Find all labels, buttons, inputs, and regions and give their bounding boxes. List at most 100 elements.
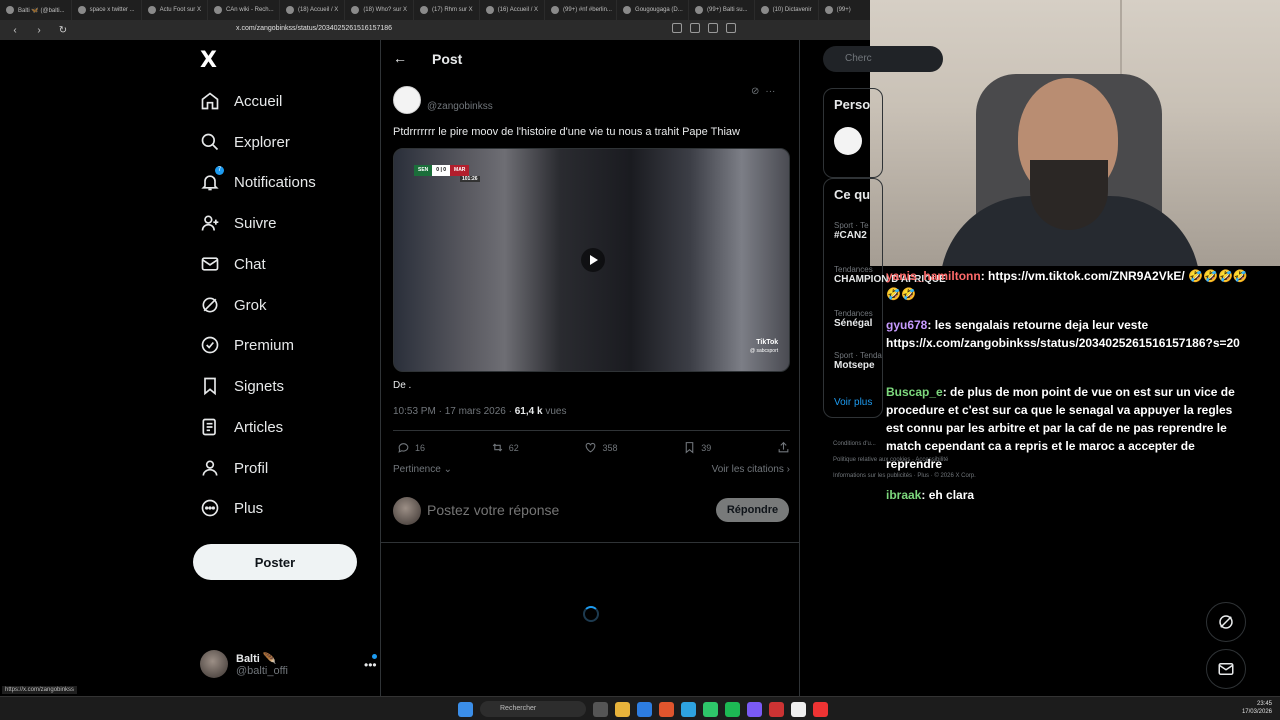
nav-item-suivre[interactable]: Suivre xyxy=(200,208,277,238)
clock-time: 23:45 xyxy=(1256,701,1272,707)
browser-tab[interactable]: (18) Accueil / X xyxy=(280,0,346,20)
poster-button[interactable]: Poster xyxy=(193,544,357,580)
nav-item-profil[interactable]: Profil xyxy=(200,453,268,483)
nav-label-notifications: Notifications xyxy=(234,173,316,191)
spotify-icon[interactable] xyxy=(725,701,740,717)
extension-icon[interactable] xyxy=(726,23,736,33)
more-options-icon[interactable]: ··· xyxy=(765,86,775,97)
like-action[interactable]: 358 xyxy=(584,441,618,454)
post-video[interactable]: SEN 0 | 0 MAR 101:26 TikTok @ sabcsport xyxy=(393,148,790,372)
windows-taskbar: Rechercher 23:45 17/03/2026 xyxy=(0,696,1280,720)
share-icon[interactable] xyxy=(708,23,718,33)
browser-tab[interactable]: (17) Rhm sur X xyxy=(414,0,480,20)
account-more-icon[interactable]: ••• xyxy=(364,658,377,672)
view-quotes-link[interactable]: Voir les citations › xyxy=(712,464,790,475)
chat-username: gyu678 xyxy=(886,318,928,332)
browser-tab[interactable]: Actu Foot sur X xyxy=(142,0,208,20)
reply-button[interactable]: Répondre xyxy=(716,498,789,522)
left-navigation: X Accueil Explorer 7 Notifications Suivr… xyxy=(190,40,380,696)
discord-icon[interactable] xyxy=(747,701,762,717)
browser-tab[interactable]: CAn wiki - Rech... xyxy=(208,0,280,20)
stream-chat-overlay: yanis_hamiltonn: https://vm.tiktok.com/Z… xyxy=(880,265,1260,615)
back-nav-icon[interactable]: ‹ xyxy=(8,25,22,36)
telegram-icon[interactable] xyxy=(681,701,696,717)
trend-item[interactable]: Sport · Tenda Motsepe xyxy=(834,351,882,371)
bookmark-action[interactable]: 39 xyxy=(683,441,711,454)
nav-item-premium[interactable]: Premium xyxy=(200,330,294,360)
nav-item-signets[interactable]: Signets xyxy=(200,371,284,401)
nav-item-notifications[interactable]: 7 Notifications xyxy=(200,166,316,197)
reply-input[interactable] xyxy=(427,502,677,518)
account-switcher[interactable]: Balti 🪶 @balti_offi ••• xyxy=(200,650,377,678)
grok-floating-button[interactable] xyxy=(1206,602,1246,642)
post-caption: De . xyxy=(393,380,412,391)
author-handle[interactable]: @zangobinkss xyxy=(427,101,493,112)
grok-icon[interactable]: ⊘ xyxy=(751,86,759,97)
share-action[interactable] xyxy=(777,441,790,454)
url-field[interactable]: x.com/zangobinkss/status/203402526151615… xyxy=(236,25,392,32)
nav-item-grok[interactable]: Grok xyxy=(200,290,267,320)
browser-tab[interactable]: (10) Dictavenir xyxy=(755,0,819,20)
chat-username: yanis_hamiltonn xyxy=(886,269,981,283)
nav-label-articles: Articles xyxy=(234,418,284,436)
search-input[interactable]: Cherc xyxy=(823,46,943,72)
sort-dropdown[interactable]: Pertinence ⌄ xyxy=(393,464,452,475)
trend-item[interactable]: Sport · Te #CAN2 xyxy=(834,221,869,241)
messages-floating-button[interactable] xyxy=(1206,649,1246,689)
notion-icon[interactable] xyxy=(791,701,806,717)
reply-action[interactable]: 16 xyxy=(397,441,425,454)
nav-label-premium: Premium xyxy=(234,336,295,354)
nav-item-explorer[interactable]: Explorer xyxy=(200,127,290,157)
store-icon[interactable] xyxy=(637,701,652,717)
zoom-icon[interactable] xyxy=(672,23,682,33)
taskbar-clock[interactable]: 23:45 17/03/2026 xyxy=(1242,700,1272,716)
repost-action[interactable]: 62 xyxy=(491,441,519,454)
browser-tab[interactable]: space x twitter ... xyxy=(72,0,142,20)
whatsapp-icon[interactable] xyxy=(703,701,718,717)
tab-label: (16) Accueil / X xyxy=(497,7,539,13)
back-arrow-icon[interactable]: ← xyxy=(393,50,407,66)
brave-icon[interactable] xyxy=(659,701,674,717)
browser-tab[interactable]: Gougougaga (D... xyxy=(617,0,690,20)
install-icon[interactable] xyxy=(690,23,700,33)
forward-nav-icon[interactable]: › xyxy=(32,25,46,36)
nav-item-accueil[interactable]: Accueil xyxy=(200,86,282,116)
browser-tab[interactable]: (16) Accueil / X xyxy=(480,0,546,20)
verified-badge-icon xyxy=(201,336,219,354)
show-more-link[interactable]: Voir plus xyxy=(834,397,872,408)
task-view-icon[interactable] xyxy=(593,701,608,717)
browser-tab[interactable]: Balti 🦋 (@balti... xyxy=(0,0,72,20)
obs-icon[interactable] xyxy=(769,701,784,717)
trend-item[interactable]: Tendances Sénégal xyxy=(834,309,873,329)
nav-label-chat: Chat xyxy=(234,255,266,273)
nav-item-plus[interactable]: Plus xyxy=(200,493,263,523)
bookmark-count: 39 xyxy=(701,442,712,453)
nav-item-chat[interactable]: Chat xyxy=(200,249,266,279)
card-title: Perso xyxy=(834,97,871,112)
browser-tab[interactable]: (99+) #nf #berlin... xyxy=(545,0,618,20)
match-clock: 101:26 xyxy=(460,176,480,182)
browser-tab[interactable]: (18) Who? sur X xyxy=(345,0,414,20)
browser-tab[interactable]: (99+) Balti su... xyxy=(689,0,755,20)
nav-item-articles[interactable]: Articles xyxy=(200,412,283,442)
taskbar-search[interactable]: Rechercher xyxy=(480,701,586,717)
author-avatar[interactable] xyxy=(393,86,421,114)
suggested-avatar[interactable] xyxy=(834,127,862,155)
play-button[interactable] xyxy=(581,248,605,272)
app-icon[interactable] xyxy=(813,701,828,717)
file-explorer-icon[interactable] xyxy=(615,701,630,717)
who-to-follow-card: Perso xyxy=(823,88,883,178)
status-bar-url: https://x.com/zangobinkss xyxy=(2,686,78,694)
tab-label: space x twitter ... xyxy=(89,7,135,13)
post-timestamp[interactable]: 10:53 PM · 17 mars 2026 · xyxy=(393,406,515,417)
trend-name: Motsepe xyxy=(834,360,875,371)
trend-name: #CAN2 xyxy=(834,230,867,241)
tab-label: (18) Accueil / X xyxy=(297,7,339,13)
tab-favicon-icon xyxy=(485,6,494,14)
reload-icon[interactable]: ↻ xyxy=(56,25,70,36)
tab-label: CAn wiki - Rech... xyxy=(225,7,274,13)
tab-label: (17) Rhm sur X xyxy=(432,7,473,13)
windows-start-icon[interactable] xyxy=(458,701,473,717)
x-logo[interactable]: X xyxy=(200,48,217,73)
trend-category: Tendances xyxy=(834,309,873,318)
